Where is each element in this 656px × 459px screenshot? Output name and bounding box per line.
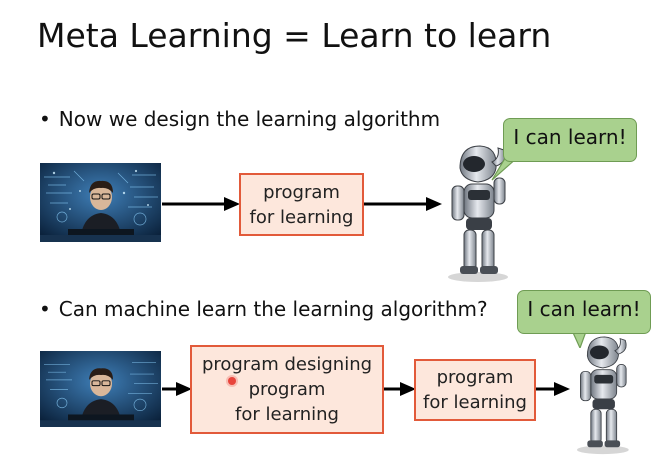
bullet-marker: • [39,297,51,321]
program-for-learning-box: program for learning [239,173,364,236]
bullet-text: Can machine learn the learning algorithm… [58,297,488,321]
arrow-program-to-robot [364,197,442,211]
arrow-photo-to-designer [162,382,192,396]
box-line-2: for learning [423,392,527,413]
box-line-1: program [263,181,340,203]
robot-icon-2 [577,336,629,455]
speech-bubble-i-can-learn-2: I can learn! [517,290,651,334]
programmer-photo-2 [40,351,161,427]
laser-pointer-dot [228,377,236,385]
arrow-photo-to-program [162,197,240,211]
arrow-designer-to-program [384,382,416,396]
programmer-image [40,351,161,427]
box-line-1: program [436,367,514,388]
arrow-program-to-robot-2 [536,382,570,396]
bullet-marker: • [39,107,51,131]
program-designing-program-box: program designing program for learning [190,345,384,434]
box-line-1: program designing [201,354,373,375]
slide-title: Meta Learning = Learn to learn [37,16,552,55]
programmer-photo [40,163,161,242]
speech-bubble-i-can-learn: I can learn! [503,118,637,162]
program-for-learning-box-2: program for learning [414,359,536,421]
box-line-3: for learning [235,404,339,425]
bullet-machine-learns-algorithm: • Can machine learn the learning algorith… [39,296,488,322]
box-line-2: for learning [249,206,354,228]
bullet-text: Now we design the learning algorithm [58,107,441,131]
box-line-2: program [248,379,326,400]
programmer-image [40,163,161,242]
bullet-human-design: • Now we design the learning algorithm [39,106,440,132]
